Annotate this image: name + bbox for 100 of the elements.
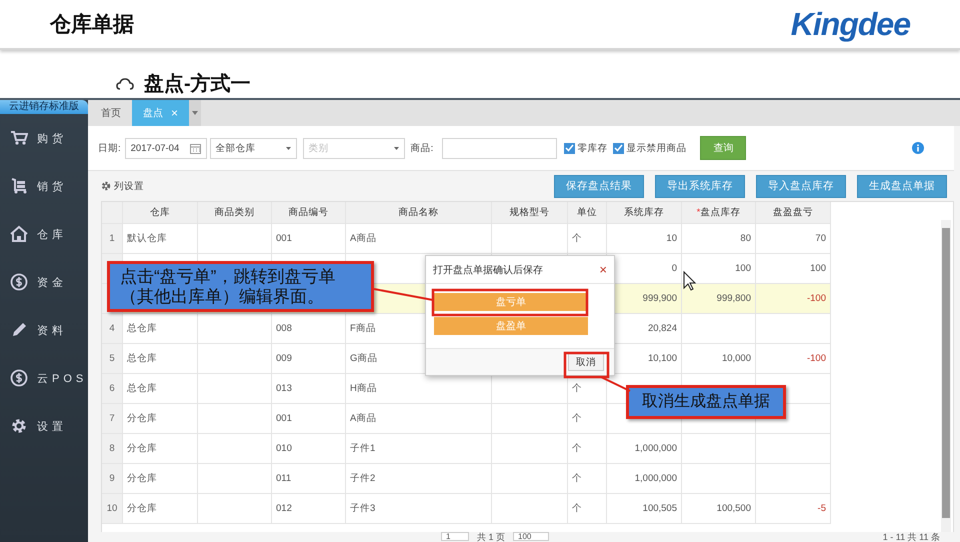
table-cell: 个	[568, 404, 607, 434]
home-icon	[10, 225, 28, 243]
table-cell: 子件2	[346, 464, 492, 494]
column-header[interactable]: *盘点库存	[682, 202, 756, 224]
slide-title: 仓库单据	[50, 12, 134, 38]
table-cell: 012	[272, 494, 346, 524]
checkbox[interactable]	[564, 142, 576, 154]
callout-text: 取消生成盘点单据	[642, 392, 770, 412]
table-cell: 总仓库	[123, 344, 198, 374]
table-cell: 总仓库	[123, 314, 198, 344]
table-cell: 011	[272, 464, 346, 494]
highlight-frame	[564, 352, 610, 378]
tab-menu-button[interactable]	[189, 100, 202, 126]
table-cell: 70	[756, 224, 831, 254]
date-label: 日期:	[98, 142, 121, 154]
table-cell: 个	[568, 434, 607, 464]
table-cell: 009	[272, 344, 346, 374]
cursor-icon	[684, 270, 696, 291]
page-size-select[interactable]: 100	[513, 532, 550, 541]
table-cell: 个	[568, 464, 607, 494]
table-cell: 999,800	[682, 284, 756, 314]
column-header[interactable]: 单位	[568, 202, 607, 224]
table-cell: 分仓库	[123, 494, 198, 524]
table-cell: -5	[756, 494, 831, 524]
sidebar-item[interactable]: 销货	[0, 162, 88, 210]
page-count: 共 1 页	[477, 532, 506, 542]
table-cell: 100,505	[607, 494, 682, 524]
table-cell: 分仓库	[123, 404, 198, 434]
checkbox-label: 显示禁用商品	[626, 142, 686, 154]
trolley-icon	[10, 177, 28, 195]
column-header[interactable]: 系统库存	[607, 202, 682, 224]
sidebar-item[interactable]: 资料	[0, 306, 88, 354]
table-cell: 008	[272, 314, 346, 344]
dollar-icon	[10, 369, 28, 387]
table-cell: 010	[272, 434, 346, 464]
table-cell: 子件3	[346, 494, 492, 524]
table-cell: 个	[568, 494, 607, 524]
column-header[interactable]: 规格型号	[492, 202, 568, 224]
edition-label: 云进销存标准版	[0, 100, 88, 114]
table-cell: -100	[756, 284, 831, 314]
record-count: 1 - 11 共 11 条	[882, 532, 940, 542]
table-cell: 100,500	[682, 494, 756, 524]
check-icon	[614, 144, 624, 152]
dialog-title: 打开盘点单据确认后保存	[433, 264, 543, 276]
column-header[interactable]: 盘盈盘亏	[756, 202, 831, 224]
row-number: 1	[102, 224, 123, 254]
settings-icon	[10, 417, 28, 435]
row-number: 10	[102, 494, 123, 524]
table-cell: 001	[272, 224, 346, 254]
row-number: 9	[102, 464, 123, 494]
column-header[interactable]: 仓库	[123, 202, 198, 224]
caret-icon	[192, 111, 198, 115]
sidebar-item[interactable]: 设置	[0, 402, 88, 450]
placeholder: 类别	[308, 142, 329, 154]
checkbox[interactable]	[613, 142, 624, 154]
column-header[interactable]: 商品类别	[198, 202, 272, 224]
table-cell: 1,000,000	[607, 434, 682, 464]
close-button[interactable]: ×	[599, 262, 607, 277]
row-number: 4	[102, 314, 123, 344]
table-cell: 分仓库	[123, 464, 198, 494]
caret-icon	[394, 146, 399, 150]
table-cell: A商品	[346, 404, 492, 434]
table-cell: 013	[272, 374, 346, 404]
row-number: 7	[102, 404, 123, 434]
caret-icon	[286, 146, 291, 150]
check-icon	[565, 144, 574, 152]
table-cell: 001	[272, 404, 346, 434]
dollar-icon	[10, 273, 28, 291]
date-field[interactable]: 2017-07-04	[124, 138, 207, 158]
table-cell: 10	[607, 224, 682, 254]
column-header[interactable]: 商品编号	[272, 202, 346, 224]
table-cell: A商品	[346, 224, 492, 254]
cloud-icon	[116, 76, 134, 91]
table-cell: 分仓库	[123, 434, 198, 464]
table-cell: 80	[682, 224, 756, 254]
product-label: 商品:	[410, 142, 434, 154]
row-number: 6	[102, 374, 123, 404]
table-cell: 1,000,000	[607, 464, 682, 494]
column-header[interactable]: 商品名称	[346, 202, 492, 224]
info-icon[interactable]	[912, 142, 924, 154]
sidebar-item[interactable]: 购货	[0, 114, 88, 162]
sidebar-item[interactable]: 云POS	[0, 354, 88, 402]
warehouse-select[interactable]: 全部仓库	[210, 138, 297, 158]
row-number: 5	[102, 344, 123, 374]
calendar-icon[interactable]	[190, 142, 201, 154]
cart-icon	[10, 129, 28, 147]
scrollbar[interactable]	[941, 220, 951, 532]
tab[interactable]: 首页	[90, 100, 132, 126]
column-settings-link[interactable]: 列设置	[114, 180, 144, 192]
page-field[interactable]: 1	[441, 532, 469, 541]
checkbox-label: 零库存	[577, 142, 608, 154]
table-cell: 子件1	[346, 434, 492, 464]
product-field[interactable]	[442, 138, 558, 158]
sidebar-item[interactable]: 仓库	[0, 210, 88, 258]
logo: Kingdee	[790, 6, 910, 42]
settings-icon[interactable]	[101, 181, 111, 191]
sidebar-item[interactable]: 资金	[0, 258, 88, 306]
table-cell: 默认仓库	[123, 224, 198, 254]
table-cell: 个	[568, 224, 607, 254]
table-cell: -100	[756, 344, 831, 374]
